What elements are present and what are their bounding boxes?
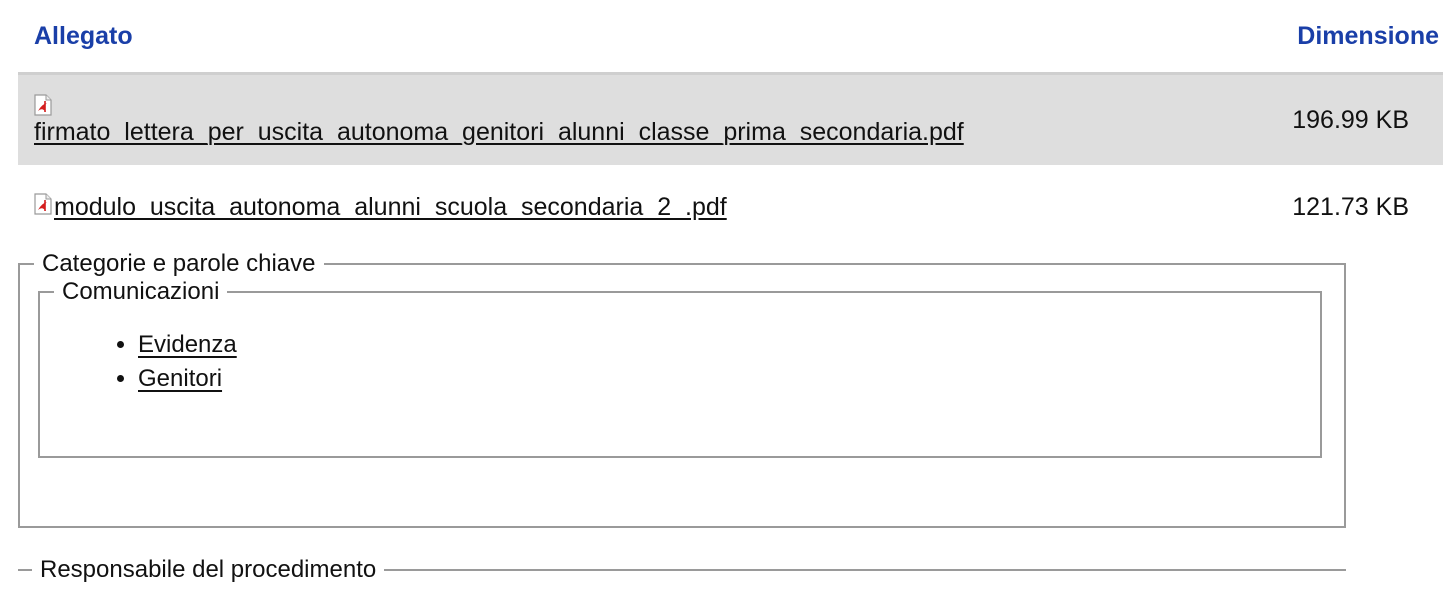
- categories-fieldset: Categorie e parole chiave Comunicazioni …: [18, 250, 1346, 528]
- list-item: Evidenza: [138, 328, 1320, 362]
- attachment-size: 121.73 KB: [1247, 165, 1443, 246]
- communications-fieldset: Comunicazioni Evidenza Genitori: [38, 278, 1322, 458]
- table-row: firmato_lettera_per_uscita_autonoma_geni…: [18, 73, 1443, 167]
- pdf-icon: [34, 192, 52, 215]
- size-column-header[interactable]: Dimensione: [1247, 0, 1443, 75]
- attachments-header-row: Allegato Dimensione: [18, 0, 1443, 75]
- attachment-column-header[interactable]: Allegato: [18, 0, 1248, 75]
- attachment-size: 196.99 KB: [1247, 73, 1443, 167]
- attachment-cell: modulo_uscita_autonoma_alunni_scuola_sec…: [18, 165, 1248, 246]
- table-row: modulo_uscita_autonoma_alunni_scuola_sec…: [18, 165, 1443, 246]
- responsible-legend: Responsabile del procedimento: [40, 556, 377, 583]
- tag-list: Evidenza Genitori: [40, 328, 1320, 396]
- responsible-fieldset: Responsabile del procedimento: [18, 556, 1346, 616]
- attachment-link[interactable]: firmato_lettera_per_uscita_autonoma_geni…: [34, 118, 964, 146]
- attachment-link[interactable]: modulo_uscita_autonoma_alunni_scuola_sec…: [54, 193, 727, 221]
- tag-link-evidenza[interactable]: Evidenza: [138, 331, 237, 358]
- attachments-table: Allegato Dimensione firmato_lettera_per_…: [18, 0, 1443, 246]
- categories-legend: Categorie e parole chiave: [42, 250, 316, 277]
- communications-legend: Comunicazioni: [62, 278, 220, 305]
- tag-link-genitori[interactable]: Genitori: [138, 365, 222, 392]
- attachment-cell: firmato_lettera_per_uscita_autonoma_geni…: [18, 73, 1248, 167]
- list-item: Genitori: [138, 362, 1320, 396]
- pdf-icon: [34, 93, 52, 116]
